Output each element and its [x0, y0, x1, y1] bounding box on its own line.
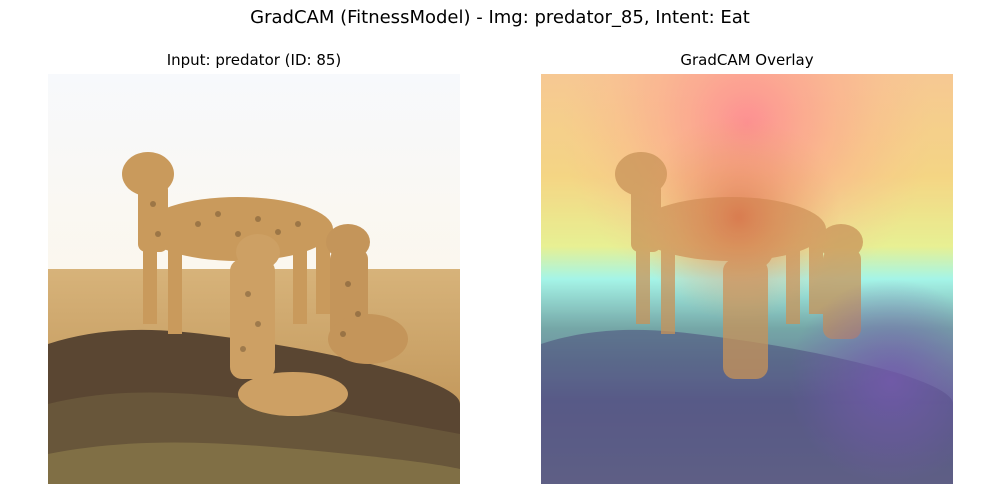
- figure-title: GradCAM (FitnessModel) - Img: predator_8…: [250, 7, 750, 28]
- overlay-panel-title: GradCAM Overlay: [680, 51, 814, 69]
- overlay-panel: GradCAM Overlay: [541, 50, 953, 484]
- input-panel: Input: predator (ID: 85): [48, 50, 460, 484]
- input-image: [48, 74, 460, 484]
- gradcam-overlay-image: [541, 74, 953, 484]
- input-panel-title: Input: predator (ID: 85): [166, 51, 342, 69]
